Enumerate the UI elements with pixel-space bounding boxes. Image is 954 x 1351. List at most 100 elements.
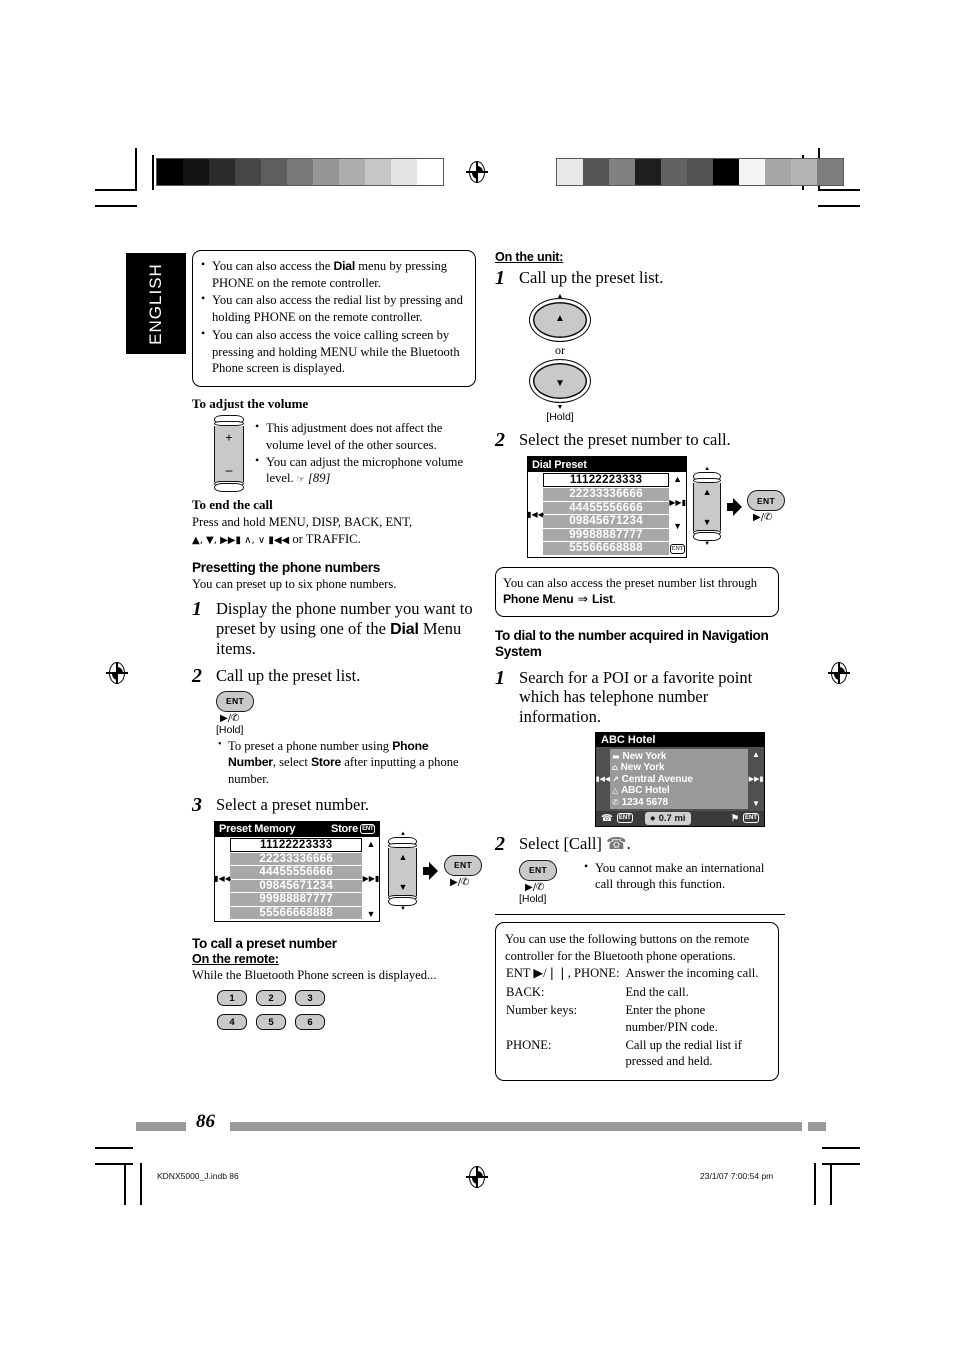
dial-preset-scroll-arrows[interactable]: ▲ ▶▶▮ ▼ ENT	[669, 473, 686, 556]
right-column: On the unit: 1 Call up the preset list. …	[495, 250, 785, 1081]
footer-rule-left	[136, 1122, 186, 1131]
prev-icon[interactable]: ▮◀◀	[527, 473, 544, 556]
ent-button[interactable]: ENT	[444, 854, 482, 876]
list-item: You cannot make an international call th…	[583, 859, 773, 893]
call-icon[interactable]: ☎	[601, 813, 613, 824]
remote-buttons-note: You can use the following buttons on the…	[495, 921, 779, 1081]
rocker-cap-bottom	[214, 483, 244, 493]
up-down-rocker[interactable]: ▲ ▲ ▼ ▼	[388, 831, 418, 912]
rocker-up-icon: ▲	[702, 487, 712, 498]
step-1-search-poi: 1 Search for a POI or a favorite point w…	[495, 666, 785, 727]
next-icon[interactable]: ▶▶▮	[363, 874, 380, 883]
dial-preset-screen: Dial Preset ▮◀◀ 11122223333 22233336666 44…	[527, 456, 688, 558]
ent-badge: ENT	[616, 813, 633, 824]
left-column: You can also access the Dial menu by pre…	[192, 250, 482, 1031]
play-pause-glyph: ▶/✆	[753, 512, 773, 524]
call-preset-subheading: On the remote:	[192, 952, 279, 967]
step-number: 1	[495, 666, 505, 689]
up-disc-button[interactable]: ▲	[529, 298, 591, 342]
poi-row[interactable]: ⌂ New York	[612, 762, 746, 774]
route-icon: ●	[649, 812, 656, 824]
preset-row[interactable]: 55566668888	[543, 542, 670, 555]
remote-number-key-6[interactable]: 6	[295, 1014, 325, 1031]
preset-memory-scroll-arrows[interactable]: ▲ ▶▶▮ ▼	[362, 838, 380, 921]
step-number: 2	[192, 664, 202, 687]
dial-preset-title: Dial Preset	[532, 458, 587, 471]
scroll-up-icon[interactable]: ▲	[752, 750, 760, 759]
poi-rows[interactable]: ▬ New York ⌂ New York ↗ Central Avenue △ ABC Ho…	[610, 749, 748, 809]
scroll-down-icon[interactable]: ▼	[367, 909, 376, 919]
volume-rocker[interactable]: + –	[214, 415, 244, 493]
flow-arrow-icon	[727, 497, 742, 516]
note-pre: You can also access the preset number li…	[503, 575, 758, 590]
gray-swatch-7	[739, 159, 765, 185]
store-action-label[interactable]: Store	[331, 823, 358, 835]
dial-preset-title-bar: Dial Preset	[528, 457, 687, 472]
remote-number-key-2[interactable]: 2	[256, 990, 286, 1007]
ent-badge: ENT	[743, 813, 759, 824]
step-text: Call up the preset list.	[216, 665, 361, 685]
next-icon[interactable]: ▶▶▮	[749, 775, 764, 783]
remote-key-desc: Answer the incoming call.	[625, 966, 759, 981]
checkered-flag-icon[interactable]: ⚑	[731, 813, 739, 824]
preset-row[interactable]: 55566668888	[230, 906, 363, 920]
scroll-up-icon[interactable]: ▲	[673, 474, 682, 484]
preset-memory-title: Preset Memory	[219, 823, 296, 836]
gray-swatch-6	[713, 159, 739, 185]
crop-mark-bottom-right-lower	[822, 1147, 860, 1149]
remote-number-key-4[interactable]: 4	[217, 1014, 247, 1031]
scroll-down-icon[interactable]: ▼	[752, 799, 760, 808]
prev-icon[interactable]: ▮◀◀	[596, 749, 611, 809]
end-call-glyphs: ▲, ▼, ▶▶▮ ∧, ∨ ▮◀◀	[192, 534, 290, 546]
gray-swatch-9	[391, 159, 417, 185]
step-1-call-preset-list: 1 Call up the preset list.	[495, 268, 785, 289]
table-row: Number keys: Enter the phone number/PIN c…	[505, 1001, 769, 1036]
preset-memory-list[interactable]: 11122223333 22233336666 44455556666 0984567…	[230, 837, 363, 921]
ent-badge: ENT	[360, 824, 376, 835]
preset-row[interactable]: 44455556666	[543, 501, 670, 514]
end-call-line-1: Press and hold MENU, DISP, BACK, ENT,	[192, 515, 413, 530]
remote-number-key-3[interactable]: 3	[295, 990, 325, 1007]
preset-row[interactable]: 44455556666	[230, 866, 363, 879]
preset-row[interactable]: 99988887777	[230, 893, 363, 906]
prev-icon[interactable]: ▮◀◀	[214, 838, 231, 921]
ent-button[interactable]: ENT	[747, 490, 785, 512]
remote-number-key-1[interactable]: 1	[217, 990, 247, 1007]
list-item: You can also access the voice calling sc…	[200, 326, 466, 377]
gray-swatch-3	[635, 159, 661, 185]
poi-row[interactable]: ✆ 1234 5678	[612, 796, 746, 808]
poi-row[interactable]: ↗ Central Avenue	[612, 773, 746, 785]
preset-row[interactable]: 11122223333	[543, 473, 670, 487]
down-disc-button[interactable]: ▼	[529, 359, 591, 403]
preset-row[interactable]: 09845671234	[230, 879, 363, 893]
ent-button[interactable]: ENT	[216, 690, 254, 712]
gray-swatch-8	[765, 159, 791, 185]
next-icon[interactable]: ▶▶▮	[669, 498, 686, 507]
dial-preset-list[interactable]: 11122223333 22233336666 44455556666 0984567…	[543, 473, 670, 556]
remote-number-key-5[interactable]: 5	[256, 1014, 286, 1031]
preset-row[interactable]: 99988887777	[543, 528, 670, 541]
crop-mark-bottom-right-inner	[830, 1163, 832, 1205]
remote-key-desc: End the call.	[625, 984, 689, 999]
poi-icon: △	[612, 786, 619, 796]
gray-swatch-0	[157, 159, 183, 185]
rocker-down-icon: ▼	[398, 881, 408, 892]
call-preset-heading: To call a preset number	[192, 936, 337, 952]
preset-row[interactable]: 22233336666	[230, 852, 363, 866]
note-text: You can also access the redial list by p…	[212, 293, 463, 325]
preset-memory-rows-area: ▮◀◀ 11122223333 22233336666 44455556666 098…	[214, 836, 380, 922]
up-down-rocker[interactable]: ▲ ▲ ▼ ▼	[693, 466, 722, 547]
note-text: You can also access the voice calling sc…	[212, 327, 460, 376]
end-call-heading: To end the call	[192, 497, 273, 513]
preset-row[interactable]: 11122223333	[230, 837, 363, 852]
poi-row[interactable]: ▬ New York	[612, 750, 746, 762]
preset-row[interactable]: 09845671234	[543, 515, 670, 528]
ent-button[interactable]: ENT	[519, 859, 557, 881]
step-3-select-preset: 3 Select a preset number.	[192, 794, 482, 816]
preset-row[interactable]: 22233336666	[543, 488, 670, 501]
scroll-up-icon[interactable]: ▲	[367, 839, 376, 849]
scroll-down-icon[interactable]: ▼	[673, 521, 682, 531]
poi-scroll-arrows[interactable]: ▲ ▶▶▮ ▼	[748, 749, 764, 809]
poi-row[interactable]: △ ABC Hotel	[612, 785, 746, 797]
page-ref: [89]	[308, 471, 331, 486]
